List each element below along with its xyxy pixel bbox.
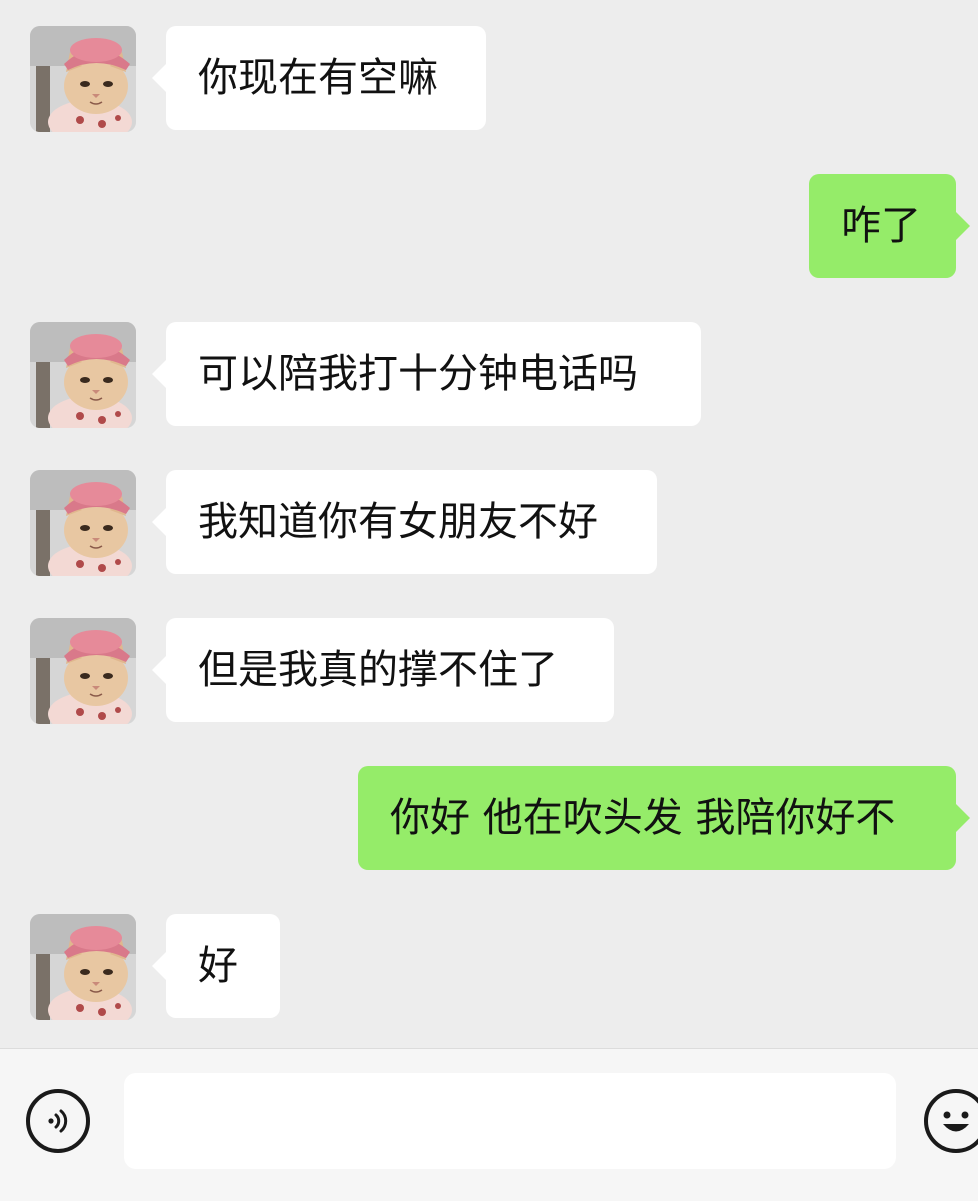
message-bubble[interactable]: 咋了: [809, 174, 970, 278]
contact-avatar[interactable]: [30, 914, 136, 1020]
message-bubble[interactable]: 好: [152, 914, 280, 1018]
message-bubble[interactable]: 我知道你有女朋友不好: [152, 470, 657, 574]
contact-avatar[interactable]: [30, 26, 136, 132]
message-input[interactable]: [124, 1073, 896, 1169]
message-bubble[interactable]: 可以陪我打十分钟电话吗: [152, 322, 701, 426]
message-bubble[interactable]: 你好 他在吹头发 我陪你好不: [358, 766, 970, 870]
message-bubble[interactable]: 你现在有空嘛: [152, 26, 486, 130]
message-bubble[interactable]: 但是我真的撑不住了: [152, 618, 614, 722]
contact-avatar[interactable]: [30, 322, 136, 428]
contact-avatar[interactable]: [30, 470, 136, 576]
input-bar: [0, 1048, 978, 1201]
contact-avatar[interactable]: [30, 618, 136, 724]
voice-button[interactable]: [26, 1089, 90, 1153]
emoji-button[interactable]: [924, 1089, 978, 1153]
chat-area[interactable]: 你现在有空嘛 咋了 可以陪我打十分钟电话吗 我知道你有女朋友不好 但是我真的撑不…: [0, 0, 978, 1048]
